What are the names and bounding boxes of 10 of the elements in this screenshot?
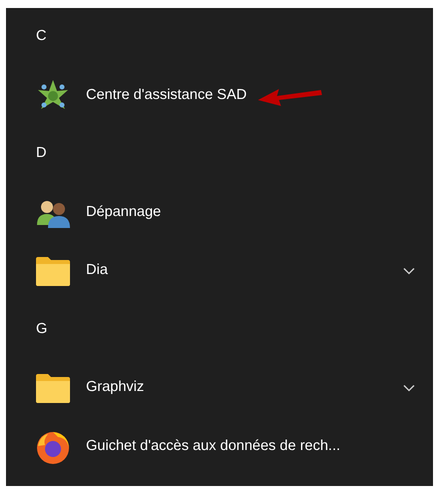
section-letter[interactable]: G: [36, 318, 48, 341]
section-letter[interactable]: C: [36, 26, 46, 48]
section-letter[interactable]: D: [36, 143, 46, 166]
app-name[interactable]: Centre d'assistance SAD: [86, 84, 247, 107]
chevron-icon[interactable]: [403, 267, 415, 276]
chevron-icon[interactable]: [403, 384, 415, 392]
app-name[interactable]: Guichet d'accès aux données de rech...: [86, 436, 340, 458]
app-name[interactable]: Graphviz: [86, 377, 144, 400]
app-name[interactable]: Dia: [86, 260, 108, 282]
app-name[interactable]: Dépannage: [86, 202, 161, 224]
